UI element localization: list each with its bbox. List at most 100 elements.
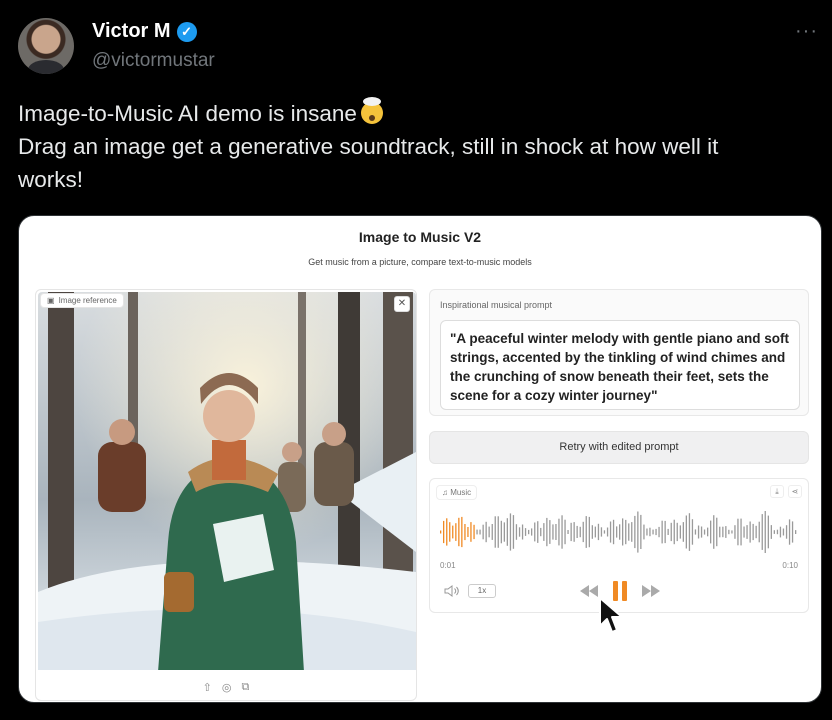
waveform-bar: [749, 521, 751, 543]
prompt-panel: Inspirational musical prompt "A peaceful…: [429, 289, 809, 416]
playback-speed-button[interactable]: 1x: [468, 584, 496, 598]
image-reference-text: Image reference: [58, 296, 117, 305]
waveform-bar: [679, 525, 681, 539]
music-label-text: Music: [450, 488, 472, 497]
waveform-bar: [649, 527, 651, 537]
waveform-bar: [528, 529, 530, 535]
waveform-bar: [497, 516, 499, 548]
volume-icon[interactable]: [444, 585, 460, 597]
waveform-bar: [473, 524, 475, 540]
waveform[interactable]: [440, 511, 798, 553]
prompt-label: Inspirational musical prompt: [440, 300, 553, 310]
waveform-bar: [619, 524, 621, 540]
waveform-bar: [515, 524, 518, 540]
waveform-bar: [476, 529, 478, 535]
verified-icon: ✓: [176, 21, 197, 42]
waveform-bar: [440, 530, 442, 534]
prompt-textarea[interactable]: "A peaceful winter melody with gentle pi…: [440, 320, 800, 410]
waveform-bar: [570, 522, 572, 542]
image-panel[interactable]: ▣ Image reference ✕ ⇧ ◎ ⧉: [35, 289, 417, 701]
waveform-bar: [631, 522, 633, 542]
winter-hikers-image: [38, 292, 416, 670]
waveform-bar: [543, 523, 545, 541]
waveform-bar: [491, 524, 493, 540]
upload-icon[interactable]: ⇧: [203, 681, 212, 694]
display-name-text: Victor M: [92, 20, 171, 42]
waveform-bar: [743, 526, 745, 538]
waveform-bar: [537, 521, 539, 543]
waveform-bar: [755, 525, 757, 539]
waveform-bar: [722, 526, 724, 538]
media-card[interactable]: Image to Music V2 Get music from a pictu…: [18, 215, 822, 703]
waveform-bar: [616, 526, 618, 538]
waveform-bar: [524, 528, 527, 536]
image-reference-label: ▣ Image reference: [40, 293, 124, 308]
waveform-bar: [479, 529, 481, 535]
handle[interactable]: @victormustar: [92, 50, 215, 72]
waveform-bar: [455, 523, 457, 541]
display-name[interactable]: Victor M ✓: [92, 20, 197, 43]
waveform-bar: [685, 515, 687, 549]
waveform-bar: [767, 515, 769, 549]
waveform-bar: [485, 521, 487, 543]
waveform-bar: [597, 523, 600, 541]
waveform-bar: [795, 530, 797, 534]
waveform-bar: [731, 530, 733, 534]
waveform-bar: [588, 516, 590, 548]
tweet-line-3: works!: [18, 167, 84, 192]
rewind-icon[interactable]: [580, 585, 598, 597]
waveform-bar: [603, 530, 606, 534]
waveform-bar: [458, 517, 460, 547]
download-icon[interactable]: ⤓: [770, 485, 784, 498]
waveform-bar: [612, 519, 615, 545]
waveform-bar: [518, 527, 521, 537]
clipboard-icon[interactable]: ⧉: [241, 681, 249, 694]
waveform-bar: [758, 521, 760, 543]
waveform-bar: [776, 529, 779, 535]
image-tools: ⇧ ◎ ⧉: [36, 681, 416, 694]
waveform-bar: [703, 529, 706, 535]
waveform-bar: [643, 524, 645, 540]
tweet-line-1: Image-to-Music AI demo is insane: [18, 101, 357, 126]
waveform-bar: [658, 526, 660, 538]
waveform-bar: [734, 525, 736, 539]
waveform-bar: [555, 524, 557, 540]
waveform-bar: [788, 519, 791, 545]
waveform-bar: [773, 530, 775, 534]
current-time: 0:01: [440, 561, 456, 570]
waveform-bar: [540, 527, 542, 537]
webcam-icon[interactable]: ◎: [222, 681, 232, 694]
waveform-bar: [667, 528, 669, 535]
waveform-bar: [509, 513, 512, 551]
waveform-bar: [500, 520, 502, 544]
waveform-bar: [531, 528, 533, 536]
waveform-bar: [716, 517, 718, 547]
waveform-bar: [740, 518, 742, 546]
fast-forward-icon[interactable]: [642, 585, 660, 597]
waveform-bar: [713, 515, 715, 549]
close-icon[interactable]: ✕: [394, 296, 410, 312]
waveform-bar: [791, 521, 794, 543]
waveform-bar: [637, 511, 639, 553]
waveform-bar: [482, 524, 484, 540]
avatar[interactable]: [18, 18, 74, 74]
waveform-bar: [512, 515, 515, 549]
more-options-icon[interactable]: ···: [795, 20, 818, 43]
waveform-bar: [737, 518, 739, 546]
waveform-bar: [728, 529, 730, 535]
retry-button[interactable]: Retry with edited prompt: [429, 431, 809, 464]
music-player: ♫ Music ⤓ ⋖ 0:01 0:10 1x: [429, 478, 809, 613]
waveform-bar: [746, 525, 748, 539]
waveform-bar: [634, 515, 636, 549]
waveform-bar: [673, 519, 675, 545]
waveform-bar: [785, 525, 788, 539]
waveform-bar: [567, 530, 569, 534]
waveform-bar: [661, 520, 663, 544]
waveform-bar: [561, 515, 563, 549]
waveform-bar: [564, 519, 566, 545]
waveform-bar: [464, 524, 466, 541]
waveform-bar: [449, 522, 451, 542]
waveform-bar: [585, 516, 587, 548]
share-icon[interactable]: ⋖: [788, 485, 802, 498]
waveform-bar: [691, 519, 694, 545]
